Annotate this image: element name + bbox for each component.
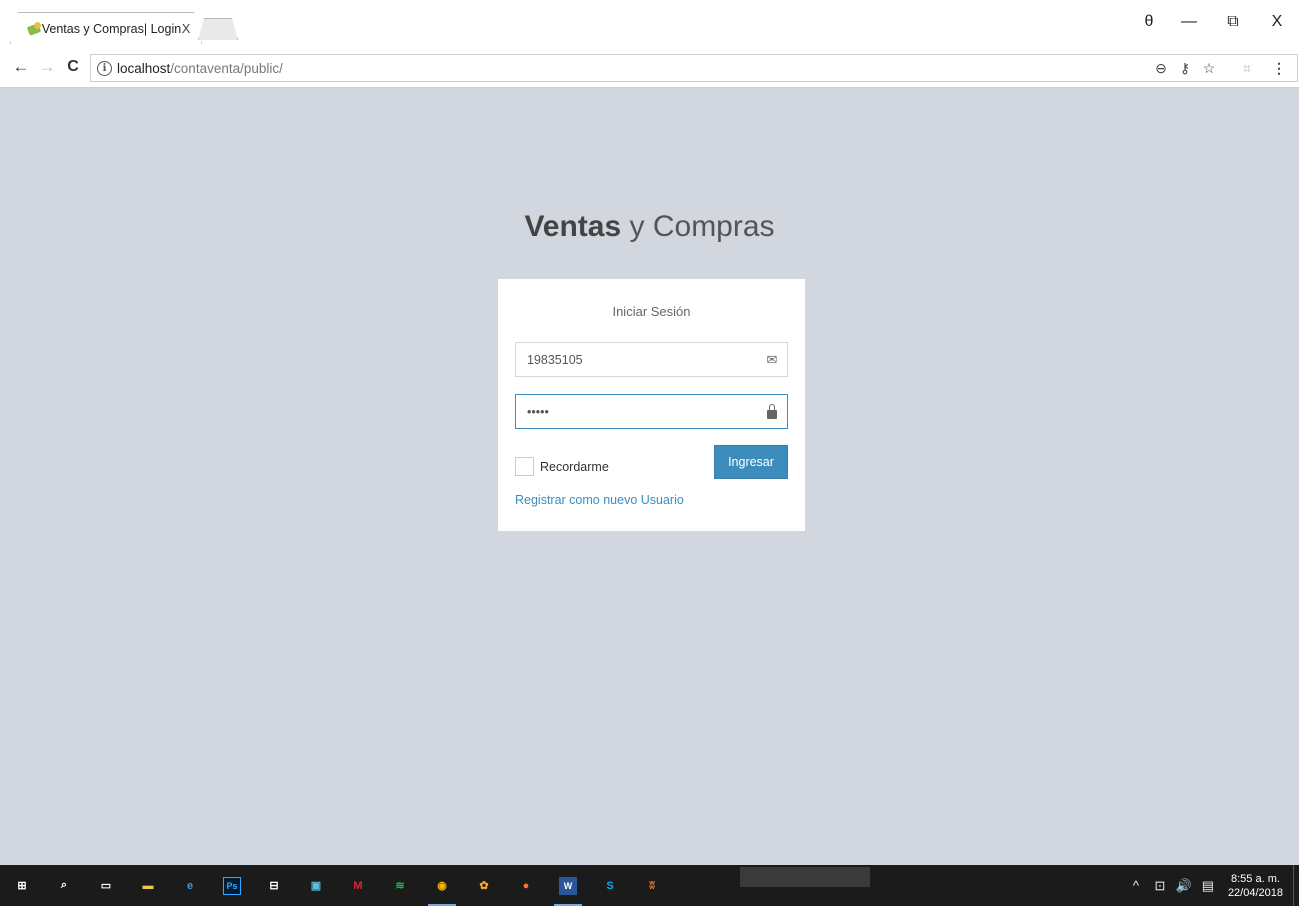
fl-studio-taskbar-button[interactable]: ✿ [464, 865, 504, 906]
lock-icon [757, 404, 787, 419]
logo-bold: Ventas [524, 210, 622, 243]
extension-icon[interactable]: ⌗ [1235, 60, 1259, 77]
remember-checkbox[interactable] [515, 457, 534, 476]
bookmark-star-icon[interactable]: ☆ [1197, 60, 1221, 77]
new-tab-button[interactable] [198, 18, 238, 40]
password-input[interactable] [516, 395, 757, 428]
minimize-button[interactable]: — [1167, 0, 1211, 44]
notification-icon[interactable]: ▤ [1198, 878, 1218, 894]
media-icon: ▣ [310, 880, 322, 892]
url-host: localhost [117, 60, 171, 76]
skype-icon: S [606, 879, 614, 892]
close-window-button[interactable]: X [1255, 0, 1299, 44]
mega-taskbar-button[interactable]: M [338, 865, 378, 906]
back-button[interactable]: ← [8, 54, 34, 80]
clock-date: 22/04/2018 [1227, 886, 1283, 899]
forward-button[interactable]: → [34, 54, 60, 80]
search-icon: ⌕ [60, 879, 68, 891]
username-input[interactable] [516, 343, 757, 376]
chrome-icon: ◉ [437, 880, 447, 892]
xampp-taskbar-button[interactable]: ʬ [632, 865, 672, 906]
remember-me[interactable]: Recordarme [515, 457, 609, 476]
remember-label: Recordarme [540, 459, 609, 474]
username-field: ✉ [515, 342, 788, 377]
submit-button[interactable]: Ingresar [714, 445, 788, 479]
windows-start-icon: ⊞ [17, 880, 27, 892]
login-box: Iniciar Sesión ✉ Recordarme Ingresar Reg… [498, 279, 805, 531]
omnibox-actions: ⊖ ⚷ ☆ ⌗ ⋮ [1149, 55, 1291, 81]
tab-title: Ventas y Compras| Login [41, 21, 182, 36]
spotify-taskbar-button[interactable]: ≋ [380, 865, 420, 906]
password-field [515, 394, 788, 429]
address-toolbar: ← → C i localhost/contaventa/public/ ⊖ ⚷… [0, 48, 1299, 88]
windows-start-taskbar-button[interactable]: ⊞ [2, 865, 42, 906]
key-icon[interactable]: ⚷ [1173, 60, 1197, 77]
chrome-taskbar-button[interactable]: ◉ [422, 865, 462, 906]
edge-taskbar-button[interactable]: e [170, 865, 210, 906]
url-path: /contaventa/public/ [170, 60, 283, 76]
task-view-icon: ▭ [100, 880, 112, 892]
site-favicon-icon [27, 21, 36, 37]
logo-rest: y Compras [621, 210, 775, 243]
edge-icon: e [186, 879, 194, 892]
reload-button[interactable]: C [60, 54, 86, 80]
photoshop-taskbar-button[interactable]: Ps [212, 865, 252, 906]
windows-taskbar: ⊞ ⌕ ▭ ▬ e Ps ⊟ ▣ M ≋ ◉ ✿ ● W Sʬ ^ ⊡ 🔊 ▤ 8:55 a. m. 22/… [0, 865, 1299, 906]
clock[interactable]: 8:55 a. m. 22/04/2018 [1228, 872, 1283, 900]
zoom-icon[interactable]: ⊖ [1149, 60, 1173, 77]
network-icon[interactable]: ⊡ [1150, 878, 1170, 894]
word-taskbar-button[interactable]: W [548, 865, 588, 906]
taskbar-running-strip [740, 867, 870, 887]
photoshop-icon: Ps [223, 876, 241, 895]
tab-close-icon[interactable]: X [181, 21, 191, 36]
clock-time: 8:55 a. m. [1231, 872, 1280, 885]
login-page: Ventas y Compras Iniciar Sesión ✉ Record… [0, 88, 1299, 865]
word-icon: W [559, 876, 577, 895]
firefox-taskbar-button[interactable]: ● [506, 865, 546, 906]
media-taskbar-button[interactable]: ▣ [296, 865, 336, 906]
browser-tab-active[interactable]: Ventas y Compras| Login X [10, 12, 202, 44]
fl-studio-icon: ✿ [479, 880, 489, 892]
login-box-message: Iniciar Sesión [612, 304, 691, 319]
task-view-taskbar-button[interactable]: ▭ [86, 865, 126, 906]
search-taskbar-button[interactable]: ⌕ [44, 865, 84, 906]
file-explorer-taskbar-button[interactable]: ▬ [128, 865, 168, 906]
xampp-icon: ʬ [649, 879, 655, 892]
browser-tab-bar: Ventas y Compras| Login X θ — ⧉ X [0, 0, 1299, 48]
mega-icon: M [353, 879, 363, 892]
file-explorer-icon: ▬ [142, 879, 154, 892]
firefox-icon: ● [522, 879, 530, 892]
browser-menu-icon[interactable]: ⋮ [1267, 60, 1291, 77]
envelope-icon: ✉ [766, 351, 778, 367]
window-controls: θ — ⧉ X [1131, 0, 1299, 44]
profile-icon[interactable]: θ [1131, 0, 1167, 44]
restore-button[interactable]: ⧉ [1211, 0, 1255, 44]
site-info-icon[interactable]: i [97, 60, 112, 76]
app-logo: Ventas y Compras [0, 210, 1299, 244]
volume-icon[interactable]: 🔊 [1174, 878, 1194, 894]
store-icon: ⊟ [269, 880, 279, 892]
tray-expand-icon[interactable]: ^ [1126, 878, 1146, 893]
spotify-icon: ≋ [395, 880, 405, 892]
system-tray: ^ ⊡ 🔊 ▤ 8:55 a. m. 22/04/2018 [1126, 865, 1299, 906]
register-link[interactable]: Registrar como nuevo Usuario [515, 493, 684, 507]
url-bar[interactable]: i localhost/contaventa/public/ ⊖ ⚷ ☆ ⌗ ⋮ [90, 54, 1298, 82]
store-taskbar-button[interactable]: ⊟ [254, 865, 294, 906]
show-desktop-button[interactable] [1293, 865, 1299, 906]
skype-taskbar-button[interactable]: S [590, 865, 630, 906]
